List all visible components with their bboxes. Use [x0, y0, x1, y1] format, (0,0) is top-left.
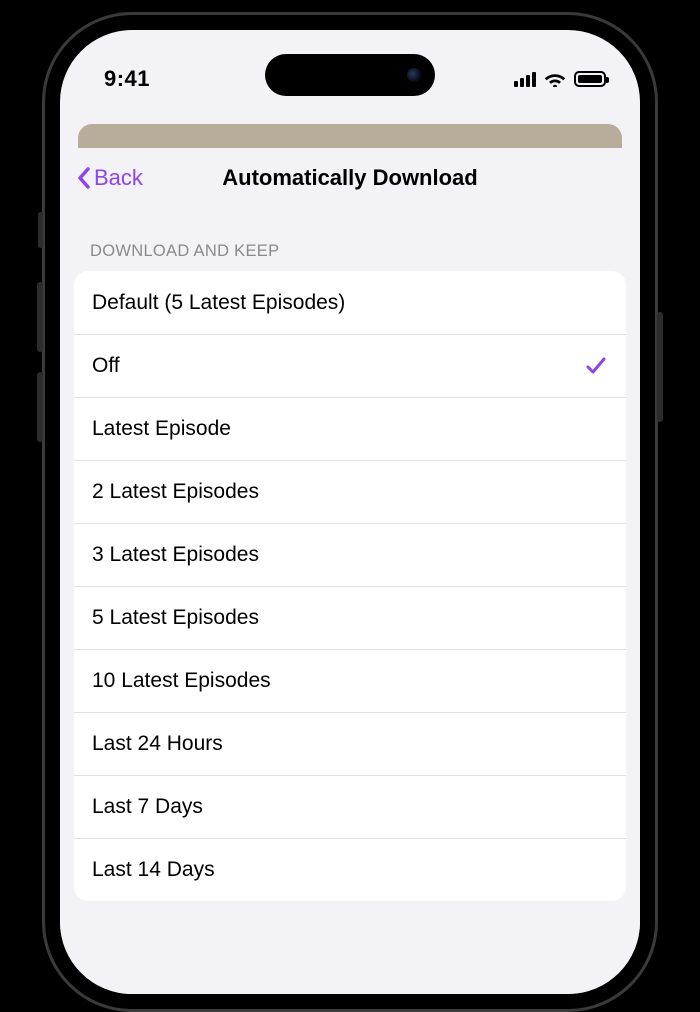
- option-3-latest[interactable]: 3 Latest Episodes: [74, 523, 626, 586]
- option-label: Last 24 Hours: [92, 732, 223, 756]
- volume-up-button[interactable]: [37, 282, 43, 352]
- option-label: 10 Latest Episodes: [92, 669, 271, 693]
- chevron-left-icon: [76, 166, 92, 190]
- phone-frame: 9:41 Back Automatically Down: [42, 12, 658, 1012]
- battery-icon: [574, 71, 606, 87]
- option-label: 2 Latest Episodes: [92, 480, 259, 504]
- option-last-24-hours[interactable]: Last 24 Hours: [74, 712, 626, 775]
- option-label: 3 Latest Episodes: [92, 543, 259, 567]
- back-label: Back: [94, 165, 143, 191]
- section-header: DOWNLOAD AND KEEP: [60, 208, 640, 271]
- front-camera-icon: [407, 68, 421, 82]
- mute-switch[interactable]: [38, 212, 43, 248]
- status-time: 9:41: [104, 66, 150, 92]
- option-label: Last 7 Days: [92, 795, 203, 819]
- options-list: Default (5 Latest Episodes) Off Latest E…: [74, 271, 626, 901]
- cellular-signal-icon: [514, 71, 536, 87]
- checkmark-icon: [584, 354, 608, 378]
- option-default[interactable]: Default (5 Latest Episodes): [74, 271, 626, 334]
- option-10-latest[interactable]: 10 Latest Episodes: [74, 649, 626, 712]
- power-button[interactable]: [657, 312, 663, 422]
- option-2-latest[interactable]: 2 Latest Episodes: [74, 460, 626, 523]
- volume-down-button[interactable]: [37, 372, 43, 442]
- option-last-14-days[interactable]: Last 14 Days: [74, 838, 626, 901]
- dynamic-island: [265, 54, 435, 96]
- option-label: Latest Episode: [92, 417, 231, 441]
- option-latest-episode[interactable]: Latest Episode: [74, 397, 626, 460]
- wifi-icon: [544, 71, 566, 87]
- option-last-7-days[interactable]: Last 7 Days: [74, 775, 626, 838]
- option-5-latest[interactable]: 5 Latest Episodes: [74, 586, 626, 649]
- option-label: Default (5 Latest Episodes): [92, 291, 345, 315]
- option-off[interactable]: Off: [74, 334, 626, 397]
- option-label: 5 Latest Episodes: [92, 606, 259, 630]
- status-icons: [514, 71, 606, 87]
- back-button[interactable]: Back: [70, 159, 149, 197]
- option-label: Last 14 Days: [92, 858, 215, 882]
- option-label: Off: [92, 354, 120, 378]
- settings-sheet: Back Automatically Download DOWNLOAD AND…: [60, 148, 640, 994]
- screen: 9:41 Back Automatically Down: [60, 30, 640, 994]
- nav-bar: Back Automatically Download: [60, 148, 640, 208]
